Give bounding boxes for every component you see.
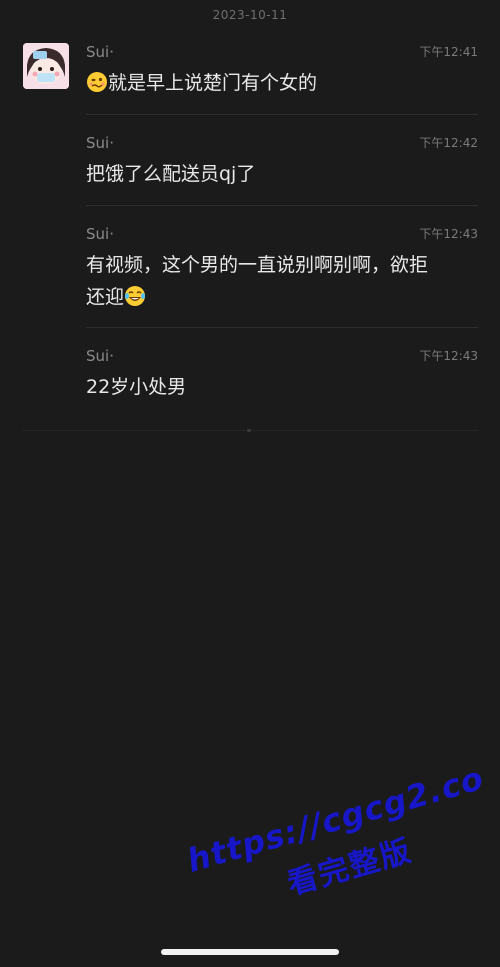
message-text: 把饿了么配送员qj了 (86, 163, 256, 185)
message-text-row: 就是早上说楚门有个女的 (86, 67, 481, 99)
message-text: 22岁小处男 (86, 376, 187, 398)
message-text: 就是早上说楚门有个女的 (108, 72, 318, 94)
message-divider (86, 205, 478, 206)
message-time: 下午12:43 (419, 227, 478, 241)
woozy-face-emoji-icon (87, 72, 107, 92)
sender-name: Sui· (86, 225, 114, 243)
cartoon-girl-avatar-icon (23, 43, 69, 89)
watermark: https://cgcg2.co 看完整版 (160, 712, 500, 925)
message-time: 下午12:43 (419, 349, 478, 363)
date-separator: 2023-10-11 (212, 8, 288, 22)
sender-name: Sui· (86, 134, 114, 152)
sender-name: Sui· (86, 347, 114, 365)
message-text-row: 还迎 (86, 281, 481, 313)
message-time: 下午12:41 (419, 45, 478, 59)
message-time: 下午12:42 (419, 136, 478, 150)
sender-name: Sui· (86, 43, 114, 61)
message-divider (86, 114, 478, 115)
home-indicator[interactable] (161, 949, 339, 955)
list-end-marker (247, 429, 251, 432)
message-item[interactable]: Sui· 下午12:42 把饿了么配送员qj了 (86, 134, 500, 204)
laughing-tears-emoji-icon (125, 286, 146, 306)
message-item[interactable]: Sui· 下午12:43 22岁小处男 (86, 347, 500, 417)
message-divider (86, 327, 478, 328)
message-item[interactable]: Sui· 下午12:43 有视频，这个男的一直说别啊别啊，欲拒 还迎 (86, 225, 500, 325)
message-text-line: 还迎 (86, 286, 125, 308)
message-item[interactable]: Sui· 下午12:41 就是早上说楚门有个女的 (86, 43, 500, 113)
message-text-line: 有视频，这个男的一直说别啊别啊，欲拒 (86, 254, 429, 276)
sender-avatar[interactable] (23, 43, 69, 89)
